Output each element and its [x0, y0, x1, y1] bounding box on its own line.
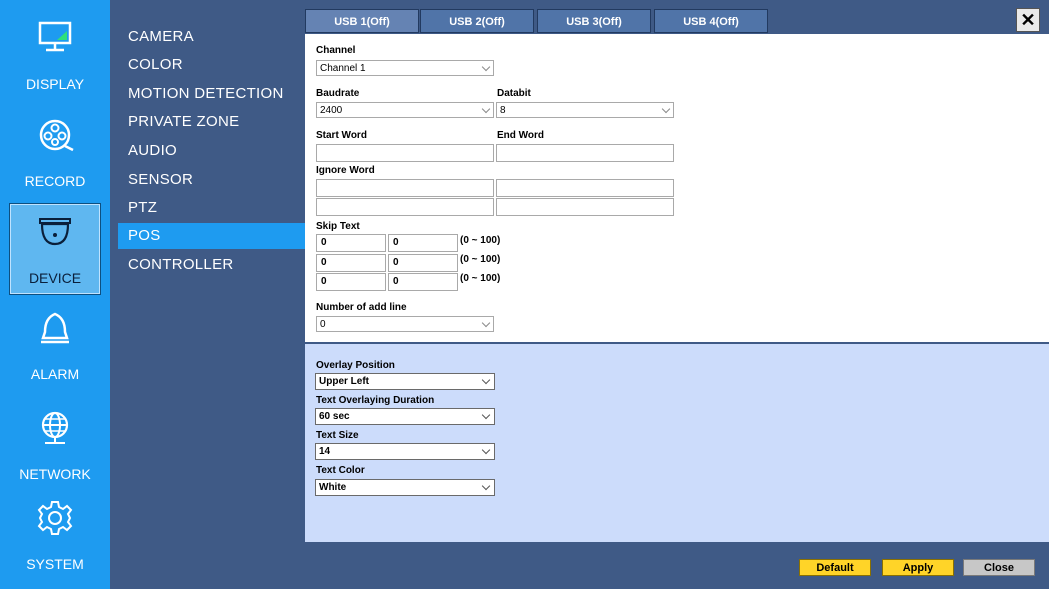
skip-end-input-1[interactable]: 0 — [388, 234, 458, 252]
skip-start-input-3[interactable]: 0 — [316, 273, 386, 291]
sidebar-item-label: ALARM — [30, 366, 80, 382]
channel-select[interactable]: Channel 1 — [316, 60, 494, 76]
text-size-select[interactable]: 14 — [315, 443, 495, 460]
chevron-down-icon — [481, 318, 491, 328]
sidebar-item-label: DEVICE — [28, 270, 82, 286]
ignore-word-input-3[interactable] — [316, 198, 494, 216]
film-reel-icon — [39, 119, 74, 152]
chevron-down-icon — [661, 104, 671, 114]
menu-item-sensor[interactable]: SENSOR — [118, 167, 305, 193]
start-word-label: Start Word — [316, 130, 367, 141]
baudrate-value: 2400 — [320, 105, 343, 116]
text-color-select[interactable]: White — [315, 479, 495, 496]
text-color-label: Text Color — [316, 465, 365, 476]
baudrate-select[interactable]: 2400 — [316, 102, 494, 118]
sidebar-item-network[interactable]: NETWORK — [10, 400, 100, 490]
ignore-word-input-2[interactable] — [496, 179, 674, 197]
tab-usb-1[interactable]: USB 1(Off) — [305, 9, 419, 33]
text-size-label: Text Size — [316, 430, 359, 441]
dome-camera-icon — [39, 218, 71, 246]
sidebar-item-display[interactable]: DISPLAY — [10, 10, 100, 100]
chevron-down-icon — [481, 375, 491, 385]
databit-select[interactable]: 8 — [496, 102, 674, 118]
sidebar-item-system[interactable]: SYSTEM — [10, 490, 100, 580]
text-duration-label: Text Overlaying Duration — [316, 395, 435, 406]
add-line-label: Number of add line — [316, 302, 407, 313]
overlay-position-select[interactable]: Upper Left — [315, 373, 495, 390]
baudrate-label: Baudrate — [316, 88, 360, 99]
databit-label: Databit — [497, 88, 531, 99]
channel-label: Channel — [316, 45, 356, 56]
skip-start-input-2[interactable]: 0 — [316, 254, 386, 272]
menu-item-private-zone[interactable]: PRIVATE ZONE — [118, 109, 305, 135]
chevron-down-icon — [481, 62, 491, 72]
text-color-value: White — [319, 482, 347, 493]
menu-item-color[interactable]: COLOR — [118, 52, 305, 78]
menu-item-ptz[interactable]: PTZ — [118, 195, 305, 221]
skip-range-hint: (0 ~ 100) — [460, 254, 501, 265]
sidebar-item-label: NETWORK — [19, 466, 91, 482]
gear-icon — [37, 501, 73, 535]
channel-value: Channel 1 — [320, 63, 366, 74]
sidebar-item-label: SYSTEM — [26, 556, 84, 572]
default-button[interactable]: Default — [799, 559, 871, 576]
menu-item-controller[interactable]: CONTROLLER — [118, 252, 305, 278]
close-button[interactable]: Close — [963, 559, 1035, 576]
sidebar-item-label: DISPLAY — [25, 76, 85, 92]
tab-usb-2[interactable]: USB 2(Off) — [420, 9, 534, 33]
globe-icon — [41, 411, 69, 444]
chevron-down-icon — [481, 481, 491, 491]
sidebar-item-device[interactable]: DEVICE — [9, 203, 101, 295]
overlay-position-label: Overlay Position — [316, 360, 395, 371]
overlay-position-value: Upper Left — [319, 376, 369, 387]
skip-range-hint: (0 ~ 100) — [460, 235, 501, 246]
menu-item-pos[interactable]: POS — [118, 223, 305, 249]
main-sidebar: DISPLAY RECORD DEVICE ALARM NETWORK SYST… — [0, 0, 110, 589]
monitor-icon — [38, 21, 72, 52]
sidebar-item-alarm[interactable]: ALARM — [10, 300, 100, 390]
ignore-word-label: Ignore Word — [316, 165, 375, 176]
menu-item-audio[interactable]: AUDIO — [118, 138, 305, 164]
device-submenu: CAMERA COLOR MOTION DETECTION PRIVATE ZO… — [110, 0, 305, 589]
close-icon[interactable]: ✕ — [1016, 8, 1040, 32]
databit-value: 8 — [500, 105, 506, 116]
end-word-label: End Word — [497, 130, 545, 141]
add-line-select[interactable]: 0 — [316, 316, 494, 332]
skip-end-input-2[interactable]: 0 — [388, 254, 458, 272]
menu-item-camera[interactable]: CAMERA — [118, 24, 305, 50]
start-word-input[interactable] — [316, 144, 494, 162]
text-duration-select[interactable]: 60 sec — [315, 408, 495, 425]
skip-end-input-3[interactable]: 0 — [388, 273, 458, 291]
text-size-value: 14 — [319, 446, 331, 457]
chevron-down-icon — [481, 410, 491, 420]
skip-range-hint: (0 ~ 100) — [460, 273, 501, 284]
text-duration-value: 60 sec — [319, 411, 350, 422]
add-line-value: 0 — [320, 319, 326, 330]
ignore-word-input-1[interactable] — [316, 179, 494, 197]
apply-button[interactable]: Apply — [882, 559, 954, 576]
sidebar-item-label: RECORD — [24, 173, 86, 189]
chevron-down-icon — [481, 104, 491, 114]
tab-usb-3[interactable]: USB 3(Off) — [537, 9, 651, 33]
end-word-input[interactable] — [496, 144, 674, 162]
sidebar-item-record[interactable]: RECORD — [10, 107, 100, 197]
bell-icon — [41, 312, 69, 344]
tab-usb-4[interactable]: USB 4(Off) — [654, 9, 768, 33]
chevron-down-icon — [481, 445, 491, 455]
skip-start-input-1[interactable]: 0 — [316, 234, 386, 252]
skip-text-label: Skip Text — [316, 221, 360, 232]
ignore-word-input-4[interactable] — [496, 198, 674, 216]
menu-item-motion-detection[interactable]: MOTION DETECTION — [118, 81, 305, 107]
